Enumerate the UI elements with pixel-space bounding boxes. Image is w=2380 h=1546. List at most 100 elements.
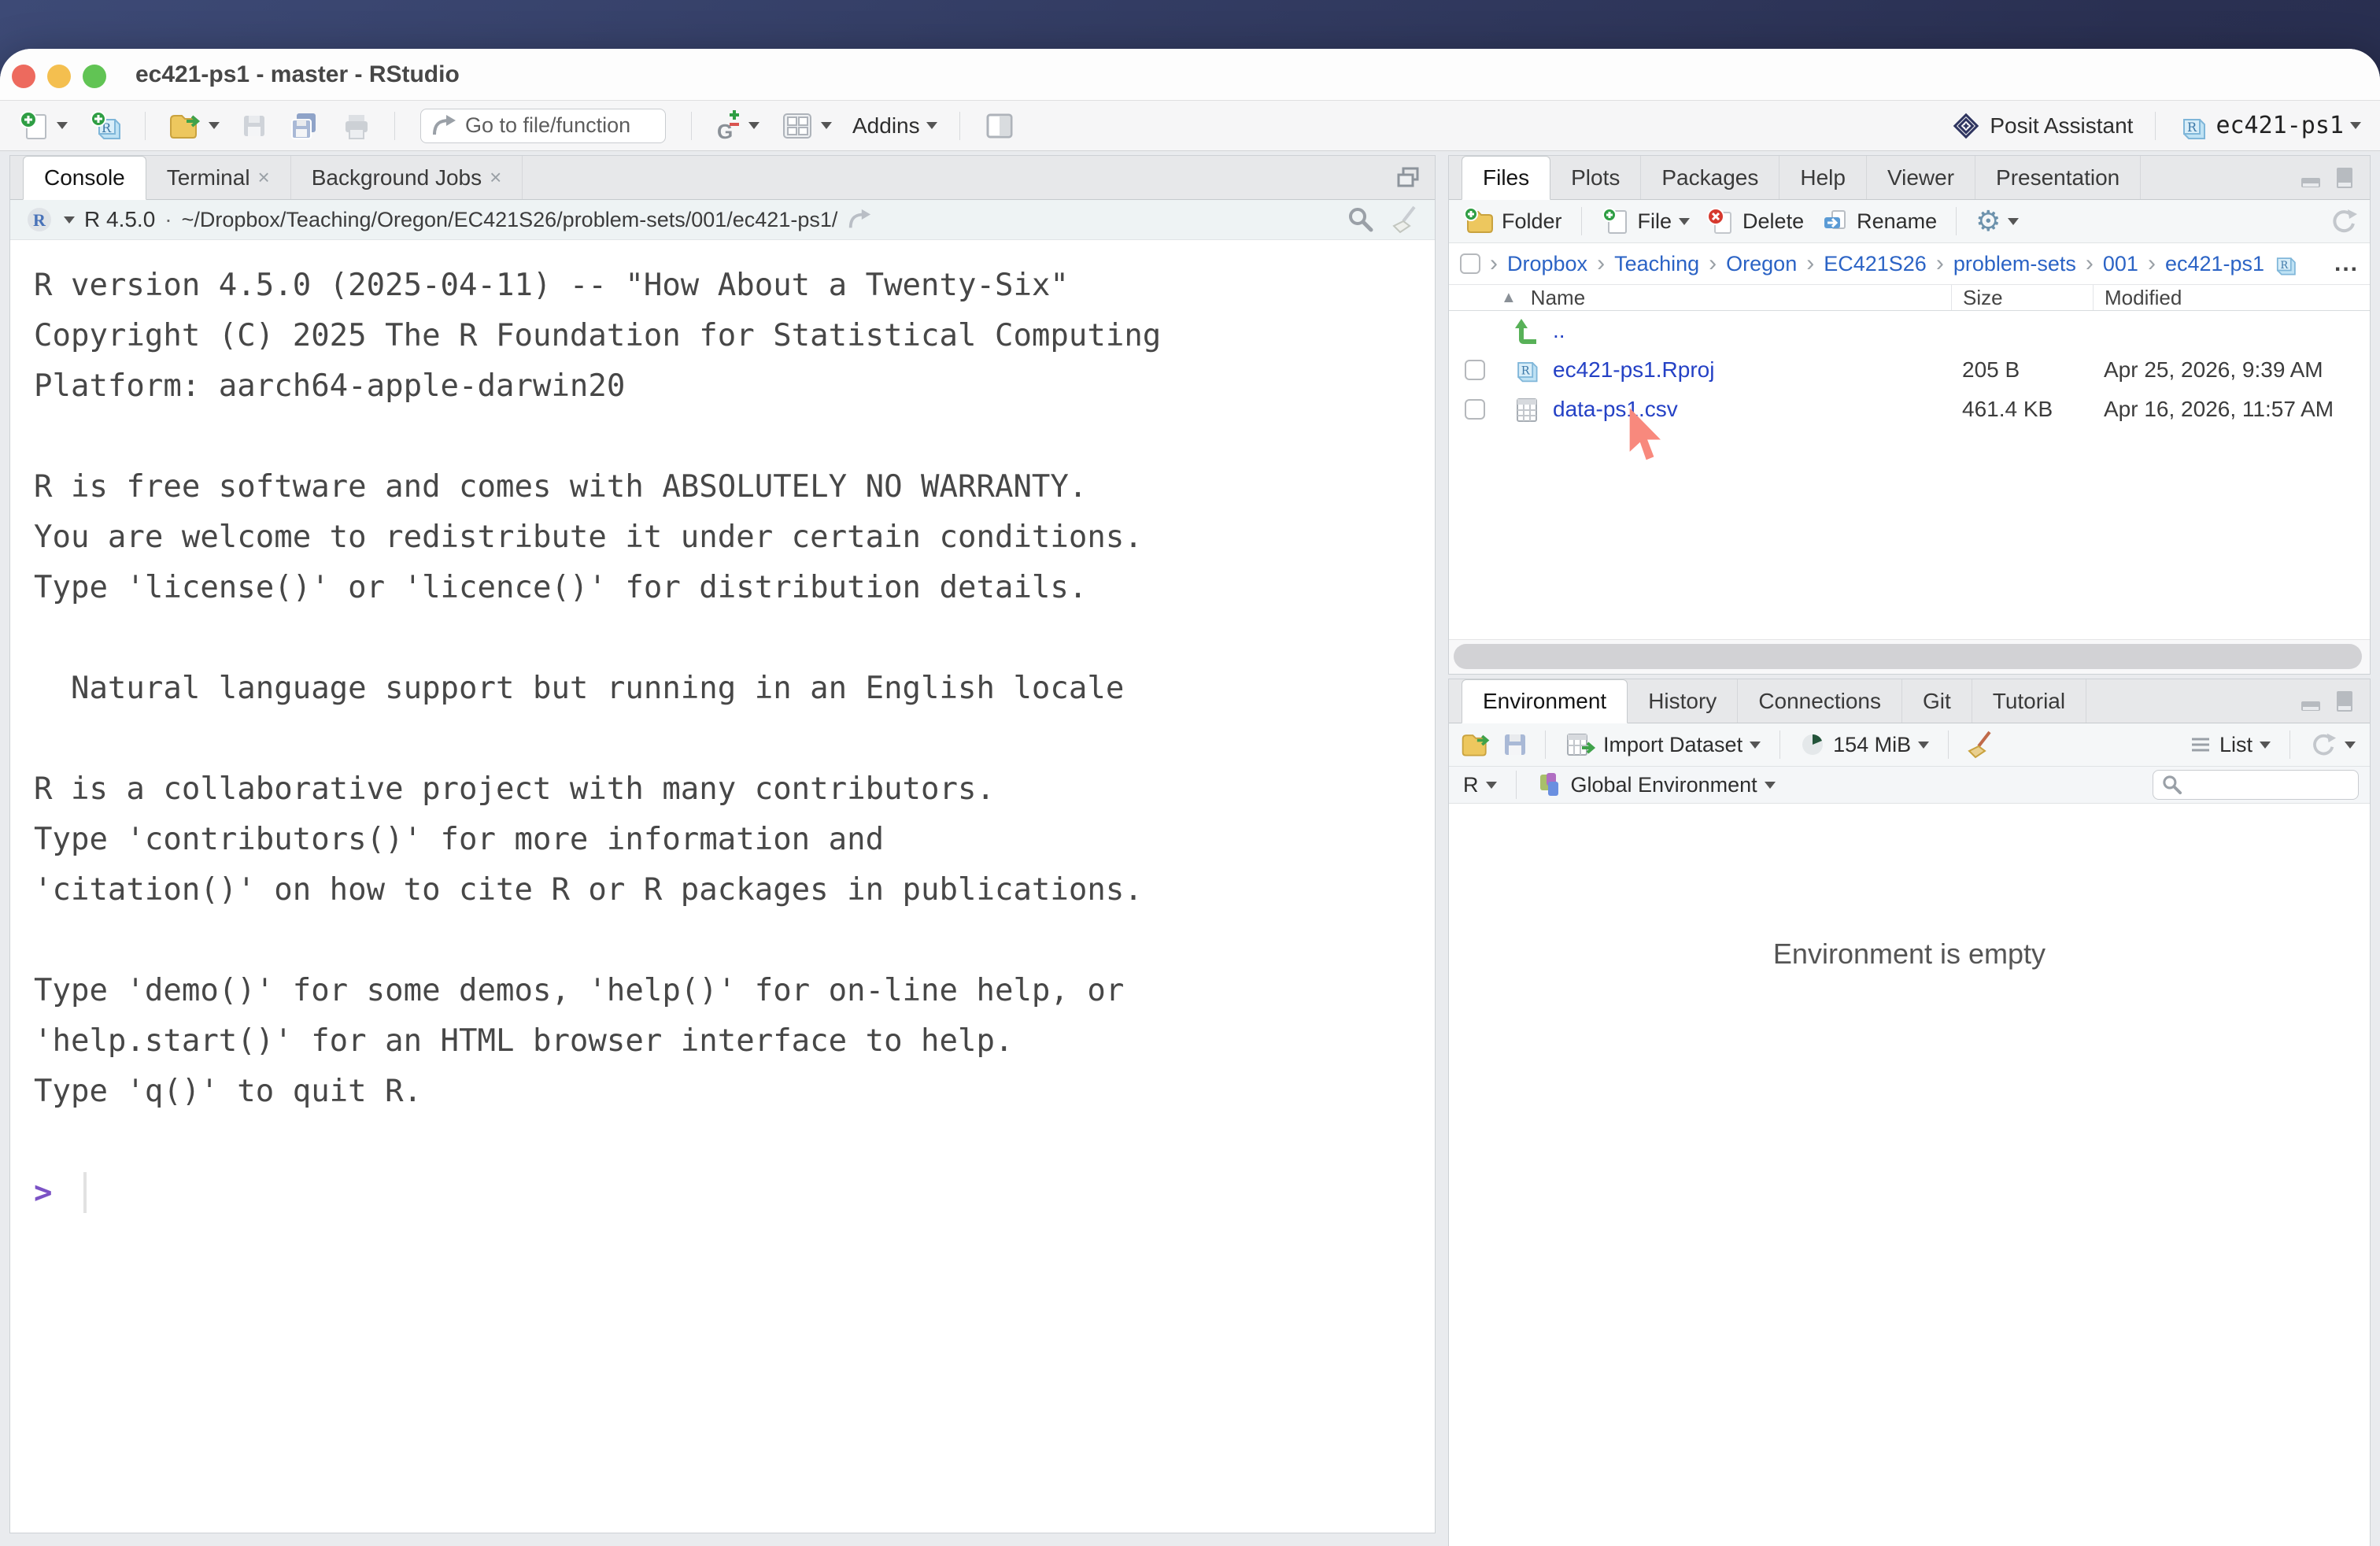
tab-plots[interactable]: Plots: [1550, 156, 1641, 199]
tab-connections[interactable]: Connections: [1738, 679, 1902, 723]
tab-terminal[interactable]: Terminal ×: [146, 156, 291, 199]
breadcrumb-ec421s26[interactable]: EC421S26: [1824, 252, 1927, 276]
new-file-blank-button[interactable]: File: [1598, 205, 1694, 238]
language-selector-button[interactable]: R: [1460, 771, 1500, 799]
breadcrumb-ec421-ps1[interactable]: ec421-ps1: [2165, 252, 2264, 276]
tab-history[interactable]: History: [1628, 679, 1738, 723]
new-file-button[interactable]: [14, 107, 72, 145]
tab-git[interactable]: Git: [1902, 679, 1972, 723]
file-row-parent[interactable]: ..: [1449, 311, 2370, 350]
open-file-button[interactable]: [163, 107, 224, 145]
project-selector-button[interactable]: R ec421-ps1: [2173, 107, 2366, 145]
minimize-window-button[interactable]: [47, 65, 71, 88]
search-icon[interactable]: [1347, 205, 1375, 234]
tab-viewer[interactable]: Viewer: [1867, 156, 1975, 199]
r-version-icon[interactable]: R: [24, 205, 54, 235]
minimize-pane-icon[interactable]: [2299, 165, 2324, 190]
chevron-icon: ›: [1597, 250, 1605, 277]
workspace-panes-button[interactable]: [775, 105, 837, 146]
new-project-button[interactable]: R: [83, 105, 128, 146]
clear-environment-broom-icon[interactable]: [1964, 729, 1996, 760]
print-button[interactable]: [336, 107, 377, 145]
toolbar-separator: [691, 112, 692, 140]
rename-label: Rename: [1857, 209, 1937, 234]
zoom-window-button[interactable]: [83, 65, 106, 88]
goto-file-function-input[interactable]: [465, 113, 646, 138]
refresh-icon[interactable]: [2329, 206, 2359, 236]
toolbar-separator: [394, 112, 395, 140]
parent-directory-link[interactable]: ..: [1553, 318, 1565, 343]
goto-directory-icon[interactable]: [847, 207, 872, 232]
tab-help[interactable]: Help: [1779, 156, 1867, 199]
column-header-size[interactable]: Size: [1951, 285, 2093, 310]
save-all-button[interactable]: [284, 107, 325, 145]
close-tab-icon[interactable]: ×: [258, 165, 270, 190]
close-window-button[interactable]: [12, 65, 35, 88]
console-prompt-row[interactable]: >: [34, 1167, 1411, 1218]
select-all-checkbox[interactable]: [1460, 253, 1480, 274]
file-checkbox[interactable]: [1465, 399, 1485, 420]
environment-search-box[interactable]: [2153, 770, 2359, 800]
files-tabstrip: Files Plots Packages Help Viewer Present…: [1449, 156, 2370, 200]
chevron-icon: ›: [1709, 250, 1717, 277]
new-file-label: File: [1638, 209, 1672, 234]
search-icon: [2161, 774, 2183, 796]
file-modified-cell: Apr 16, 2026, 11:57 AM: [2093, 390, 2370, 429]
maximize-pane-icon[interactable]: [1394, 164, 1422, 192]
import-dataset-button[interactable]: Import Dataset: [1561, 729, 1764, 760]
dropdown-caret-icon[interactable]: [64, 216, 75, 224]
posit-assistant-button[interactable]: Posit Assistant: [1944, 105, 2138, 146]
chevron-icon: ›: [1806, 250, 1814, 277]
dropdown-caret-icon: [1765, 782, 1776, 789]
files-more-options-button[interactable]: ⚙: [1972, 204, 2022, 239]
breadcrumb-dropbox[interactable]: Dropbox: [1507, 252, 1587, 276]
tab-console[interactable]: Console: [23, 156, 146, 200]
global-environment-selector[interactable]: Global Environment: [1532, 769, 1779, 801]
environment-toolbar: Import Dataset 154 MiB: [1449, 723, 2370, 767]
save-button[interactable]: [235, 109, 273, 143]
tab-files[interactable]: Files: [1462, 156, 1550, 200]
breadcrumb-teaching[interactable]: Teaching: [1614, 252, 1699, 276]
file-link-rproj[interactable]: ec421-ps1.Rproj: [1553, 357, 1714, 383]
files-table-header: ▲ Name Size Modified: [1449, 285, 2370, 311]
file-checkbox[interactable]: [1465, 360, 1485, 380]
load-workspace-folder-icon[interactable]: [1460, 730, 1491, 760]
environment-view-mode-button[interactable]: List: [2186, 731, 2274, 759]
new-folder-button[interactable]: Folder: [1460, 205, 1565, 238]
column-header-name[interactable]: ▲ Name: [1501, 286, 1951, 310]
tab-tutorial[interactable]: Tutorial: [1972, 679, 2086, 723]
maximize-pane-icon[interactable]: [2332, 689, 2357, 714]
maximize-pane-icon[interactable]: [2332, 165, 2357, 190]
breadcrumb-problem-sets[interactable]: problem-sets: [1953, 252, 2076, 276]
project-name-label: ec421-ps1: [2216, 112, 2344, 139]
column-header-modified[interactable]: Modified: [2093, 285, 2370, 310]
rename-file-button[interactable]: Rename: [1816, 205, 1940, 238]
environment-search-input[interactable]: [2190, 774, 2347, 797]
file-row-csv[interactable]: data-ps1.csv 461.4 KB Apr 16, 2026, 11:5…: [1449, 390, 2370, 429]
clear-console-broom-icon[interactable]: [1389, 204, 1421, 235]
version-control-button[interactable]: G: [709, 105, 764, 146]
file-row-rproj[interactable]: R ec421-ps1.Rproj 205 B Apr 25, 2026, 9:…: [1449, 350, 2370, 390]
close-tab-icon[interactable]: ×: [490, 165, 501, 190]
refresh-environment-button[interactable]: [2306, 729, 2359, 760]
delete-file-button[interactable]: Delete: [1702, 205, 1807, 238]
tab-environment[interactable]: Environment: [1462, 679, 1628, 723]
tab-packages[interactable]: Packages: [1641, 156, 1779, 199]
breadcrumb-001[interactable]: 001: [2103, 252, 2138, 276]
memory-usage-button[interactable]: 154 MiB: [1796, 730, 1932, 760]
breadcrumb-oregon[interactable]: Oregon: [1726, 252, 1797, 276]
tab-background-jobs[interactable]: Background Jobs ×: [291, 156, 523, 199]
save-workspace-icon[interactable]: [1501, 730, 1529, 759]
dropdown-caret-icon: [2260, 742, 2271, 749]
pane-layout-button[interactable]: [978, 105, 1022, 146]
addins-button[interactable]: Addins: [848, 110, 942, 142]
console-body[interactable]: R version 4.5.0 (2025-04-11) -- "How Abo…: [10, 240, 1435, 1238]
breadcrumb-more-button[interactable]: ...: [2334, 250, 2359, 277]
minimize-pane-icon[interactable]: [2299, 689, 2324, 714]
horizontal-scrollbar[interactable]: [1454, 644, 2362, 669]
goto-file-function-box[interactable]: [420, 109, 666, 143]
working-directory-path[interactable]: ~/Dropbox/Teaching/Oregon/EC421S26/probl…: [182, 208, 838, 232]
goto-arrow-icon: [431, 113, 457, 139]
environment-blocks-icon: [1536, 771, 1564, 799]
tab-presentation[interactable]: Presentation: [1975, 156, 2141, 199]
